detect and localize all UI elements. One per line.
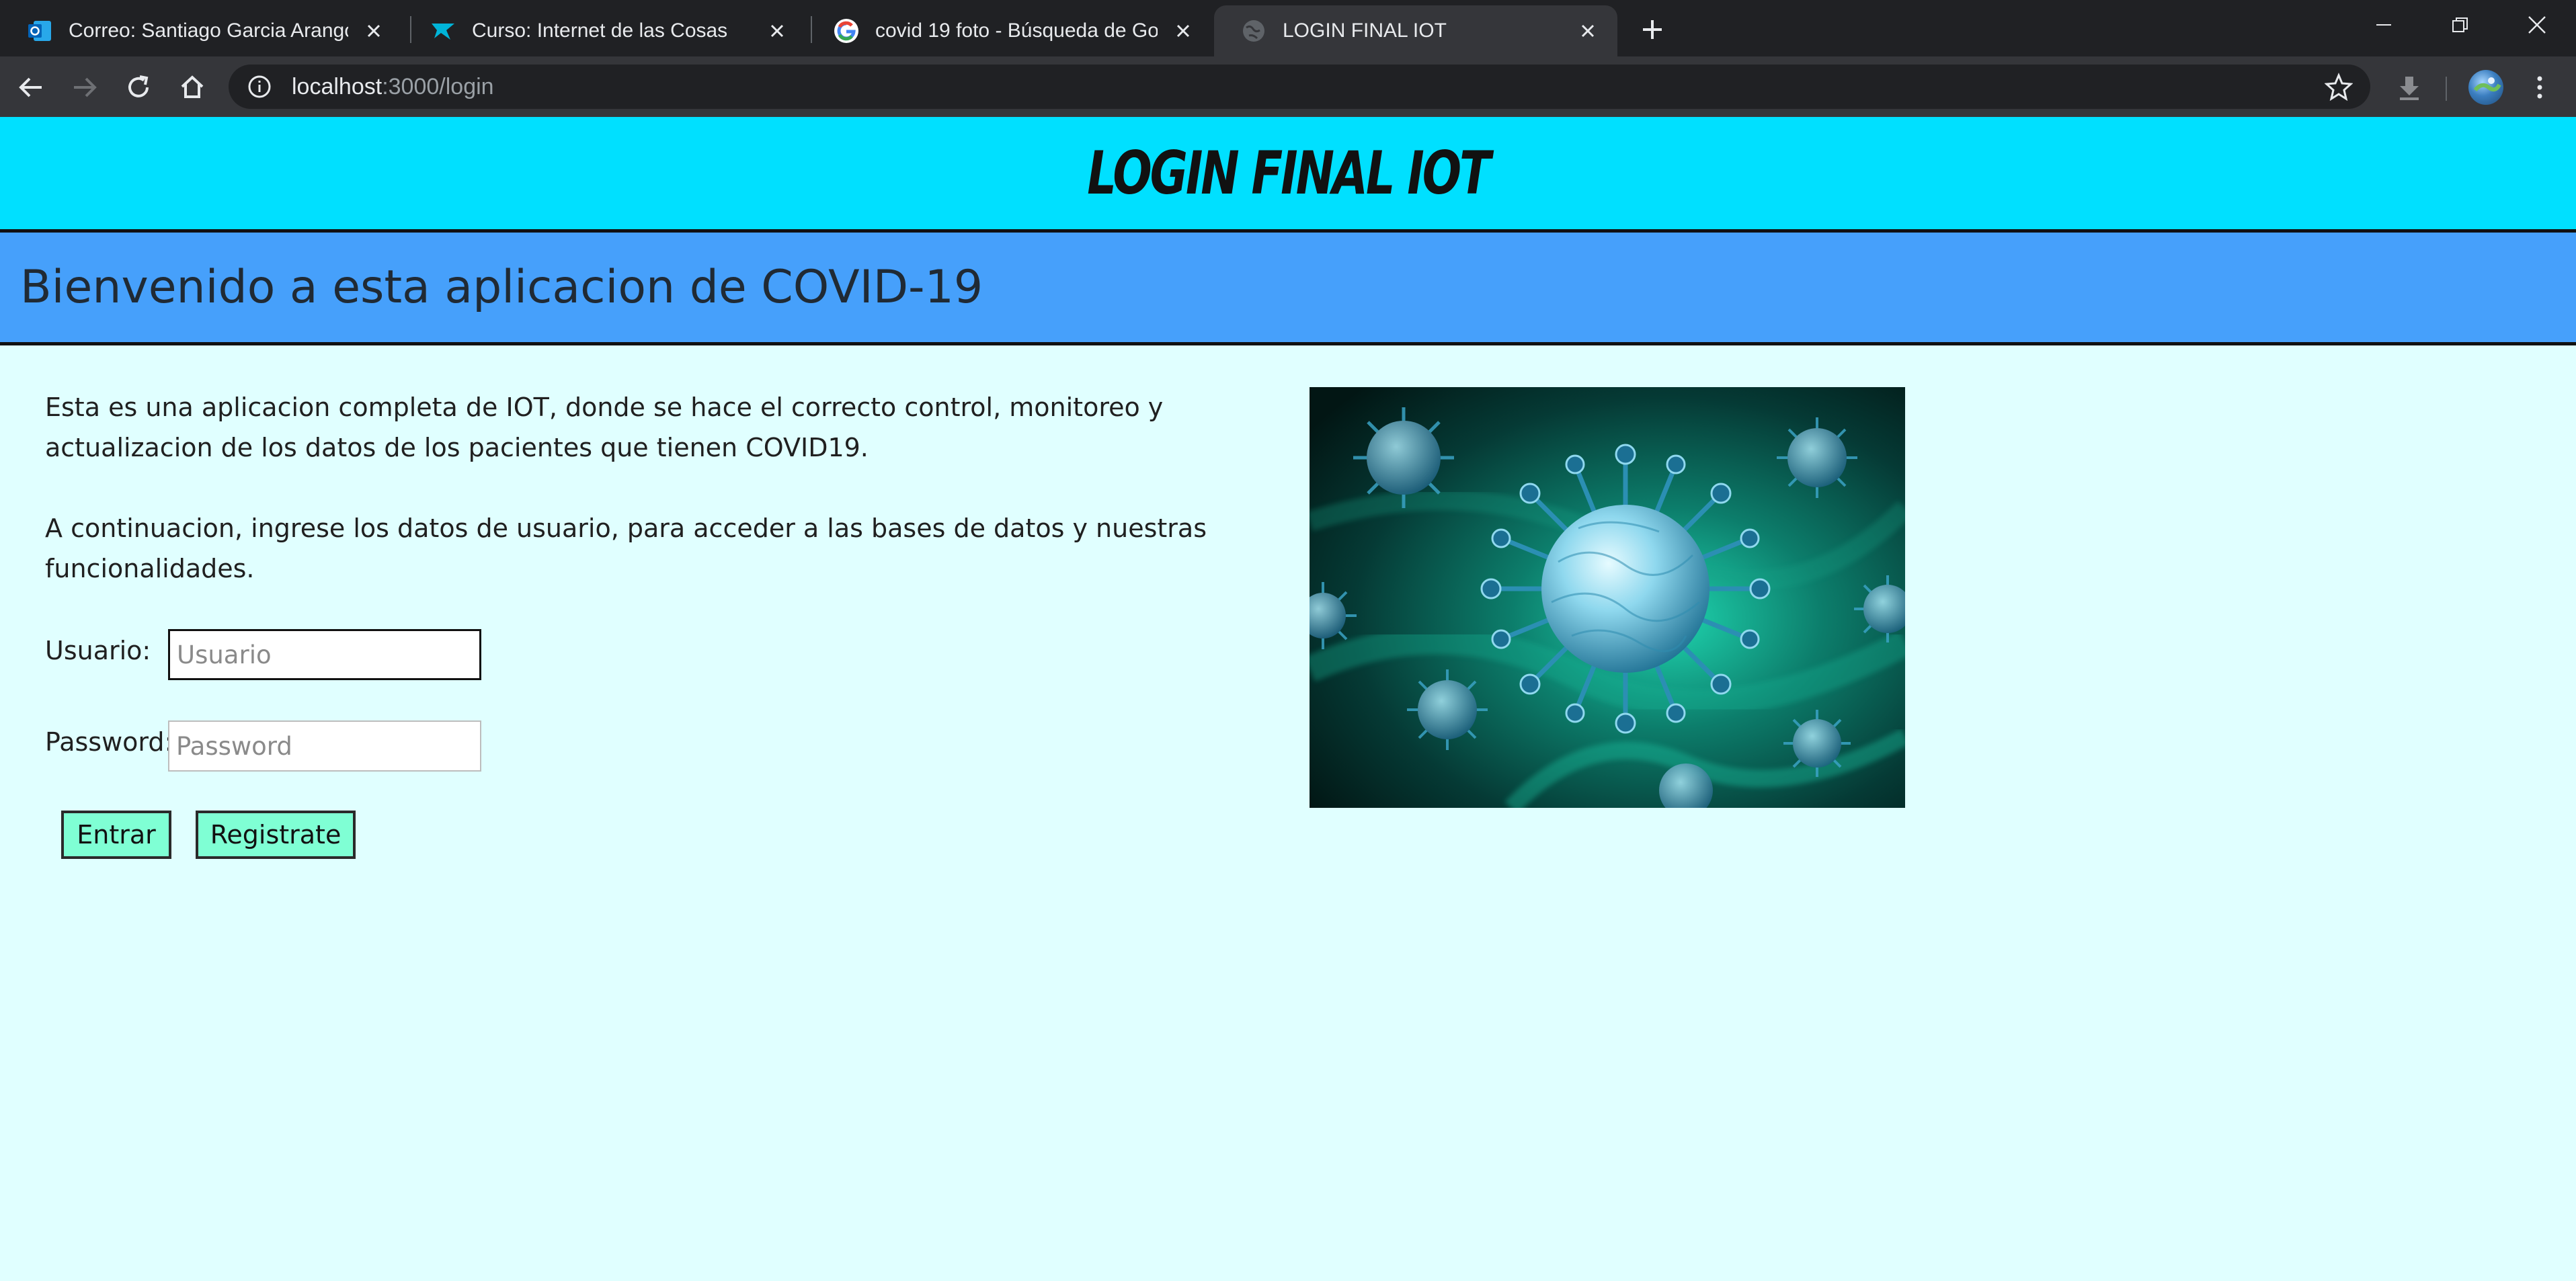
plus-icon	[1643, 20, 1662, 39]
password-label: Password:	[45, 727, 173, 757]
globe-icon	[1243, 20, 1264, 42]
address-bar[interactable]: localhost:3000/login	[229, 65, 2370, 109]
site-title: LOGIN FINAL IOT	[1087, 138, 1491, 208]
entrar-button[interactable]: Entrar	[61, 811, 171, 859]
restore-button[interactable]	[2440, 8, 2481, 42]
toolbar-divider	[2446, 77, 2447, 101]
arrow-right-icon	[74, 77, 97, 97]
download-button[interactable]	[2394, 73, 2424, 102]
google-icon	[834, 19, 858, 43]
url-text: localhost:3000/login	[292, 73, 494, 99]
outlook-icon	[28, 21, 51, 41]
reload-button[interactable]	[124, 73, 153, 102]
download-icon	[2400, 77, 2419, 100]
close-window-button[interactable]	[2517, 8, 2557, 42]
usuario-input[interactable]	[168, 629, 481, 680]
usuario-label: Usuario:	[45, 636, 151, 665]
tab-title: covid 19 foto - Búsqueda de Goo	[875, 19, 1158, 42]
tab-login-final-iot[interactable]: LOGIN FINAL IOT	[1214, 5, 1617, 56]
page-content: LOGIN FINAL IOT Bienvenido a esta aplica…	[0, 117, 2576, 1281]
close-icon[interactable]	[764, 17, 791, 44]
covid-virus-image	[1310, 387, 1905, 808]
password-input[interactable]	[168, 720, 481, 772]
intro-paragraph-2: A continuacion, ingrese los datos de usu…	[45, 513, 1207, 583]
restore-icon	[2452, 17, 2468, 32]
welcome-title: Bienvenido a esta aplicacion de COVID-19	[20, 261, 983, 314]
minimize-icon	[2376, 24, 2391, 26]
tab-correo[interactable]: Correo: Santiago Garcia Arango -	[0, 5, 403, 56]
back-button[interactable]	[16, 73, 46, 102]
arrow-left-icon	[19, 77, 42, 97]
tab-google-search[interactable]: covid 19 foto - Búsqueda de Goo	[807, 5, 1213, 56]
forward-button[interactable]	[70, 73, 99, 102]
tab-strip: Correo: Santiago Garcia Arango - Curso: …	[0, 0, 2576, 56]
registrate-button[interactable]: Registrate	[196, 811, 356, 859]
close-icon	[2528, 16, 2546, 34]
profile-icon	[2473, 77, 2501, 92]
reload-icon	[128, 75, 149, 97]
course-icon	[432, 24, 454, 40]
close-icon[interactable]	[1574, 17, 1601, 44]
star-icon[interactable]	[2325, 73, 2353, 101]
close-icon[interactable]	[1170, 17, 1197, 44]
home-icon	[181, 75, 204, 98]
home-button[interactable]	[177, 73, 207, 102]
more-vert-icon	[2537, 76, 2542, 99]
menu-button[interactable]	[2525, 73, 2554, 102]
avatar[interactable]	[2468, 70, 2503, 105]
welcome-banner: Bienvenido a esta aplicacion de COVID-19	[0, 233, 2576, 345]
close-icon[interactable]	[360, 17, 387, 44]
minimize-button[interactable]	[2364, 8, 2404, 42]
tab-title: Correo: Santiago Garcia Arango -	[69, 19, 348, 42]
site-header: LOGIN FINAL IOT	[0, 117, 2576, 233]
intro-paragraph-1: Esta es una aplicacion completa de IOT, …	[45, 392, 1164, 462]
tab-title: Curso: Internet de las Cosas	[472, 19, 728, 42]
new-tab-button[interactable]	[1638, 15, 1667, 44]
browser-toolbar: localhost:3000/login	[0, 56, 2576, 117]
tab-title: LOGIN FINAL IOT	[1283, 19, 1447, 42]
tab-curso[interactable]: Curso: Internet de las Cosas	[403, 5, 807, 56]
info-icon[interactable]	[246, 73, 273, 100]
